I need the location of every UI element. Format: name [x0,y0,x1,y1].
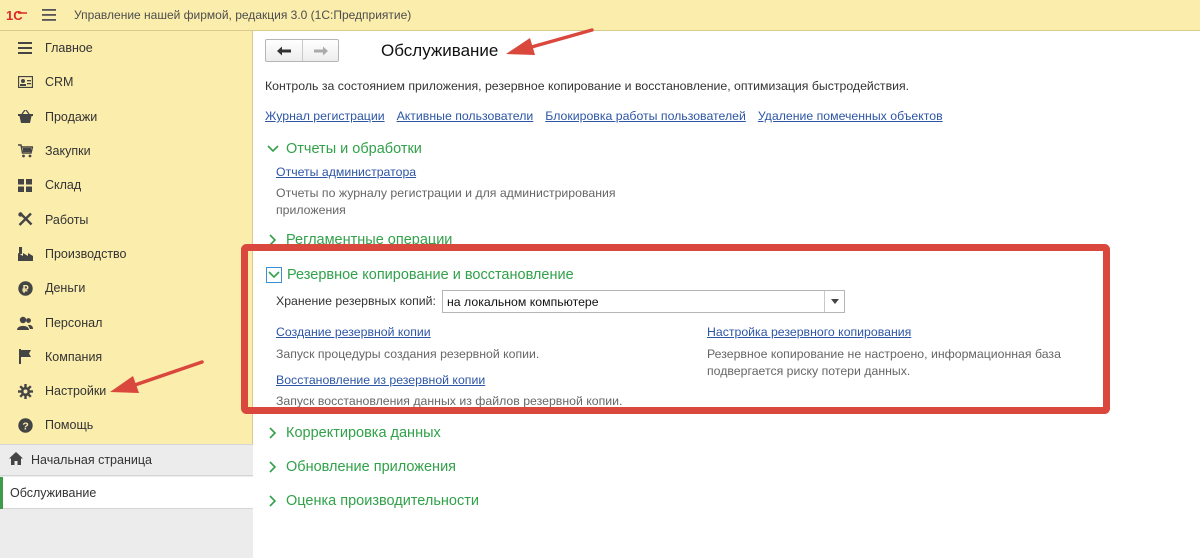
section-app-update[interactable]: Обновление приложения [266,459,456,475]
sidebar-item-label: Настройки [45,384,107,399]
help-icon: ? [16,416,34,434]
menu-icon [16,39,34,57]
sidebar-item-main[interactable]: Главное [0,31,252,65]
open-windows-panel: Обслуживание [0,476,253,558]
warehouse-icon [16,176,34,194]
link-create-backup[interactable]: Создание резервной копии [276,325,431,339]
sidebar-item-works[interactable]: Работы [0,202,252,236]
storage-label: Хранение резервных копий: [276,294,436,308]
section-data-correction[interactable]: Корректировка данных [266,425,441,441]
cart-icon [16,142,34,160]
forward-button[interactable] [302,40,338,61]
section-title: Оценка производительности [286,493,479,509]
create-backup-description: Запуск процедуры создания резервной копи… [276,347,540,361]
section-title: Регламентные операции [286,232,453,248]
chevron-right-icon [266,460,280,474]
factory-icon [16,245,34,263]
section-performance[interactable]: Оценка производительности [266,493,479,509]
home-icon [9,452,23,468]
contact-card-icon [16,73,34,91]
section-reports[interactable]: Отчеты и обработки [266,141,422,157]
link-backup-settings[interactable]: Настройка резервного копирования [707,325,911,339]
backup-settings-description: Резервное копирование не настроено, инфо… [707,346,1061,380]
quick-links: Журнал регистрации Активные пользователи… [265,109,943,123]
sidebar-item-label: Работы [45,212,89,227]
backup-storage-value: на локальном компьютере [447,294,599,309]
reports-description-line: приложения [276,203,346,217]
sidebar-item-money[interactable]: ₽ Деньги [0,271,252,305]
sidebar-item-label: Деньги [45,281,86,296]
svg-text:1C: 1C [6,8,23,22]
section-title: Обновление приложения [286,459,457,475]
backup-storage-select[interactable]: на локальном компьютере [442,290,845,313]
flag-icon [16,348,34,366]
link-active-users[interactable]: Активные пользователи [397,109,534,123]
home-page-button[interactable]: Начальная страница [0,444,253,476]
sidebar-item-label: Персонал [45,315,103,330]
people-icon [16,314,34,332]
sidebar-item-personnel[interactable]: Персонал [0,305,252,339]
section-backup[interactable]: Резервное копирование и восстановление [266,267,574,283]
chevron-right-icon [266,494,280,508]
link-admin-reports[interactable]: Отчеты администратора [276,165,416,179]
sidebar-item-crm[interactable]: CRM [0,65,252,99]
sidebar-item-label: Помощь [45,418,94,433]
page-title: Обслуживание [381,41,499,60]
back-button[interactable] [266,40,302,61]
1c-logo: 1C [0,0,34,31]
sidebar-item-settings[interactable]: Настройки [0,374,252,408]
arrow-left-icon [277,46,291,55]
chevron-down-icon [266,267,282,283]
chevron-right-icon [266,233,280,247]
backup-settings-description-line: Резервное копирование не настроено, инфо… [707,347,1061,361]
restore-backup-description: Запуск восстановления данных из файлов р… [276,394,623,408]
sidebar-item-purchases[interactable]: Закупки [0,134,252,168]
navigation-buttons [265,39,339,62]
form-area: Обслуживание Контроль за состоянием прил… [254,31,1200,558]
tools-icon [16,211,34,229]
sidebar-item-help[interactable]: ? Помощь [0,408,252,442]
gear-icon [16,382,34,400]
sidebar-item-label: CRM [45,75,74,90]
link-block-users[interactable]: Блокировка работы пользователей [545,109,746,123]
basket-icon [16,108,34,126]
sidebar-item-label: Склад [45,178,82,193]
section-scheduled-operations[interactable]: Регламентные операции [266,232,452,248]
sidebar-item-sales[interactable]: Продажи [0,100,252,134]
section-title: Корректировка данных [286,425,441,441]
page-description: Контроль за состоянием приложения, резер… [265,79,910,93]
svg-text:?: ? [22,420,28,432]
dropdown-arrow-icon[interactable] [824,291,844,312]
link-event-log[interactable]: Журнал регистрации [265,109,385,123]
sidebar-item-warehouse[interactable]: Склад [0,168,252,202]
chevron-down-icon [266,142,280,156]
open-window-maintenance[interactable]: Обслуживание [0,477,253,509]
open-window-label: Обслуживание [10,485,97,500]
chevron-right-icon [266,426,280,440]
sidebar-item-label: Производство [45,246,127,261]
link-delete-marked[interactable]: Удаление помеченных объектов [758,109,943,123]
sidebar-item-label: Закупки [45,144,91,159]
section-title: Отчеты и обработки [286,141,422,157]
sidebar-item-company[interactable]: Компания [0,340,252,374]
sidebar-item-production[interactable]: Производство [0,237,252,271]
reports-description: Отчеты по журналу регистрации и для адми… [276,185,616,219]
reports-description-line: Отчеты по журналу регистрации и для адми… [276,186,616,200]
sidebar-item-label: Продажи [45,109,98,124]
sidebar-item-label: Компания [45,349,103,364]
sections-panel: Главное CRM Продажи Закупки Склад Работы [0,31,253,558]
svg-text:₽: ₽ [22,284,29,295]
backup-settings-description-line: подвергается риску потери данных. [707,364,911,378]
section-title: Резервное копирование и восстановление [287,267,574,283]
sidebar-item-label: Главное [45,41,93,56]
title-bar: 1C Управление нашей фирмой, редакция 3.0… [0,0,1200,31]
link-restore-backup[interactable]: Восстановление из резервной копии [276,373,485,387]
home-page-label: Начальная страница [31,453,152,467]
arrow-right-icon [313,46,328,55]
app-title: Управление нашей фирмой, редакция 3.0 (1… [74,8,412,22]
ruble-icon: ₽ [16,279,34,297]
main-menu-icon[interactable] [34,0,64,31]
